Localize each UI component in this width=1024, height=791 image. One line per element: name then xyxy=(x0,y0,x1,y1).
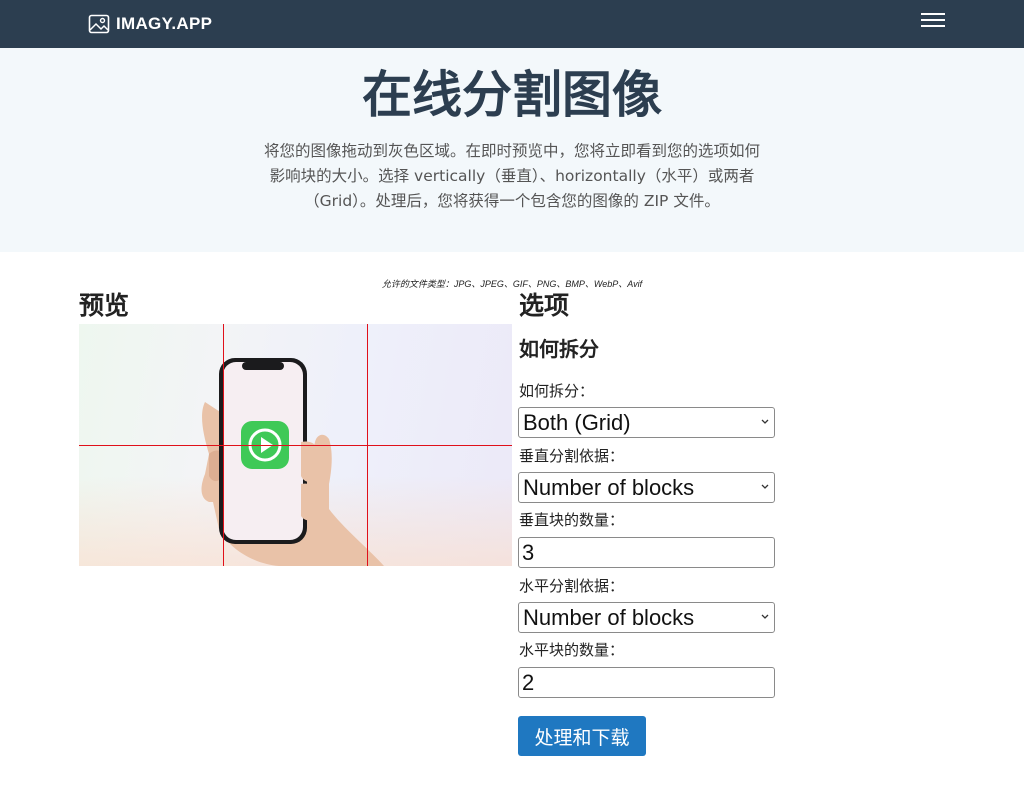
vertical-count-label: 垂直块的数量： xyxy=(519,511,625,529)
brand-link[interactable]: IMAGY.APP xyxy=(88,12,212,36)
page-title: 在线分割图像 xyxy=(362,66,662,124)
split-mode-select[interactable]: Both (Grid) xyxy=(518,407,775,438)
horizontal-split-by-value: Number of blocks xyxy=(523,604,695,630)
brand-name: IMAGY.APP xyxy=(116,14,213,33)
process-and-download-button[interactable]: 处理和下载 xyxy=(518,716,646,756)
horizontal-split-by-label: 水平分割依据： xyxy=(519,577,625,595)
options-heading: 选项 xyxy=(519,291,570,320)
top-navbar: IMAGY.APP xyxy=(0,0,1024,48)
horizontal-split-by-select[interactable]: Number of blocks xyxy=(518,602,775,633)
vertical-count-input[interactable] xyxy=(518,537,775,568)
split-mode-value: Both (Grid) xyxy=(523,409,631,435)
horizontal-count-label: 水平块的数量： xyxy=(519,641,625,659)
horizontal-split-line xyxy=(79,445,512,446)
image-preview-dropzone[interactable] xyxy=(79,324,512,566)
allowed-file-types: 允许的文件类型：JPG、JPEG、GIF、PNG、BMP、WebP、Avif xyxy=(381,279,643,289)
vertical-split-by-select[interactable]: Number of blocks xyxy=(518,472,775,503)
hamburger-menu-icon xyxy=(921,13,945,27)
chevron-down-icon xyxy=(761,614,769,619)
image-icon xyxy=(88,14,110,34)
split-mode-label: 如何拆分： xyxy=(519,382,595,400)
vertical-split-by-label: 垂直分割依据： xyxy=(519,447,625,465)
split-options-subtitle: 如何拆分 xyxy=(519,337,599,361)
page-description: 将您的图像拖动到灰色区域。在即时预览中，您将立即看到您的选项如何影响块的大小。选… xyxy=(263,142,760,210)
vertical-split-by-value: Number of blocks xyxy=(523,474,695,500)
chevron-down-icon xyxy=(761,419,769,424)
menu-button[interactable] xyxy=(918,10,948,32)
chevron-down-icon xyxy=(761,484,769,489)
preview-heading: 预览 xyxy=(79,291,130,320)
horizontal-count-input[interactable] xyxy=(518,667,775,698)
